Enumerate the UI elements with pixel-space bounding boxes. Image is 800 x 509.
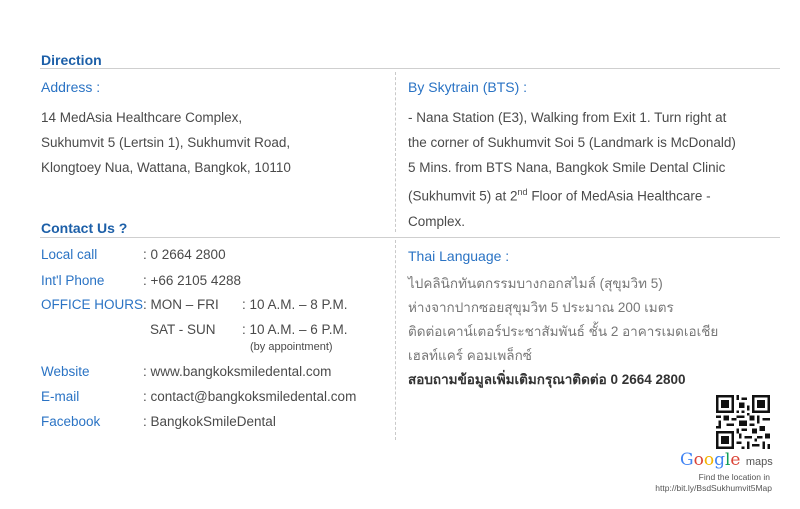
email-label: E-mail (41, 389, 80, 404)
bts-line: Complex. (408, 213, 466, 229)
website-link[interactable]: : www.bangkoksmiledental.com (143, 364, 331, 379)
google-letter: G (680, 450, 694, 470)
qr-code-icon[interactable] (716, 395, 770, 449)
bts-line: (Sukhumvit 5) at 2nd Floor of MedAsia He… (408, 180, 736, 209)
direction-heading: Direction (41, 52, 102, 68)
intl-phone-value: : +66 2105 4288 (143, 273, 241, 288)
column-divider-bottom (395, 240, 396, 440)
bts-line-part: Floor of MedAsia Healthcare - (527, 188, 711, 204)
hours-weekend-days: SAT - SUN (150, 322, 216, 337)
thai-bold-line: สอบถามข้อมูลเพิ่มเติมกรุณาติดต่อ 0 2664 … (408, 372, 686, 387)
bts-label: By Skytrain (BTS) : (408, 79, 528, 95)
thai-block: ไปคลินิกทันตกรรมบางกอกสไมล์ (สุขุมวิท 5)… (408, 272, 718, 392)
thai-line: ห่างจากปากซอยสุขุมวิท 5 ประมาณ 200 เมตร (408, 300, 674, 315)
address-line: Klongtoey Nua, Wattana, Bangkok, 10110 (41, 160, 291, 175)
bts-block: - Nana Station (E3), Walking from Exit 1… (408, 105, 736, 234)
contact-heading: Contact Us ? (41, 220, 128, 236)
google-letter: o (693, 450, 704, 470)
address-label: Address : (41, 79, 101, 95)
bts-line-part: (Sukhumvit 5) at 2 (408, 188, 518, 204)
address-line: 14 MedAsia Healthcare Complex, (41, 110, 243, 125)
local-call-label: Local call (41, 247, 98, 262)
google-letter: o (703, 450, 715, 470)
hours-weekend-time: : 10 A.M. – 6 P.M. (242, 322, 348, 337)
thai-line: เฮลท์แคร์ คอมเพล็กซ์ (408, 348, 532, 363)
bts-line: - Nana Station (E3), Walking from Exit 1… (408, 110, 727, 125)
address-line: Sukhumvit 5 (Lertsin 1), Sukhumvit Road, (41, 135, 291, 150)
google-letter: g (714, 450, 725, 470)
website-label: Website (41, 364, 90, 379)
hours-weekend-note: (by appointment) (250, 341, 333, 353)
thai-line: ไปคลินิกทันตกรรมบางกอกสไมล์ (สุขุมวิท 5) (408, 276, 663, 291)
hours-weekday-days: : MON – FRI (143, 297, 219, 312)
facebook-label: Facebook (41, 414, 101, 429)
find-location-text: Find the location in (698, 472, 770, 482)
bts-line: 5 Mins. from BTS Nana, Bangkok Smile Den… (408, 160, 726, 175)
address-block: 14 MedAsia Healthcare Complex, Sukhumvit… (41, 105, 291, 180)
hours-weekday-time: : 10 A.M. – 8 P.M. (242, 297, 348, 312)
email-link[interactable]: : contact@bangkoksmiledental.com (143, 389, 356, 404)
bts-superscript: nd (517, 187, 528, 197)
local-call-value: : 0 2664 2800 (143, 247, 226, 262)
google-wordmark: Google (680, 450, 740, 470)
map-url-link[interactable]: http://bit.ly/BsdSukhumvit5Map (620, 483, 772, 493)
bts-line: the corner of Sukhumvit Soi 5 (Landmark … (408, 135, 736, 150)
direction-divider (40, 68, 780, 69)
thai-line: ติดต่อเคาน์เตอร์ประชาสัมพันธ์ ชั้น 2 อาค… (408, 324, 719, 339)
facebook-link[interactable]: : BangkokSmileDental (143, 414, 276, 429)
column-divider-top (395, 72, 396, 232)
google-letter: e (730, 450, 741, 470)
intl-phone-label: Int'l Phone (41, 273, 105, 288)
google-maps-logo[interactable]: Google maps (680, 450, 773, 470)
maps-label: maps (745, 456, 773, 468)
thai-label: Thai Language : (408, 248, 510, 264)
office-hours-label: OFFICE HOURS (41, 297, 144, 312)
contact-divider (40, 237, 780, 238)
